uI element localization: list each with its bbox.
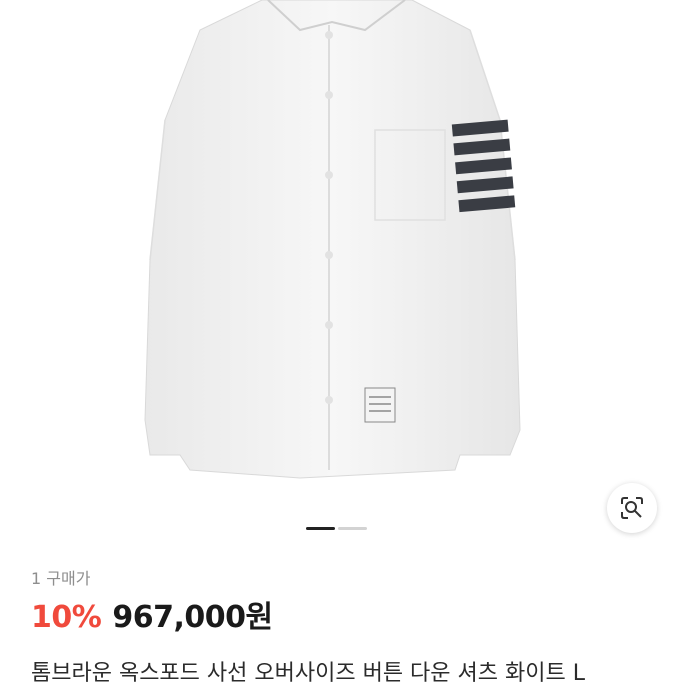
purchase-count: 1 구매가 [31, 569, 91, 588]
image-search-button[interactable] [607, 483, 657, 533]
product-title: 톰브라운 옥스포드 사선 오버사이즈 버튼 다운 셔츠 화이트 L [31, 661, 585, 686]
discount-rate: 10% [31, 600, 102, 635]
price: 967,000원 [112, 600, 273, 635]
price-row: 10% 967,000원 [31, 598, 675, 638]
pager-dot[interactable] [338, 527, 367, 530]
image-search-icon [621, 497, 643, 519]
product-photo [144, 0, 521, 479]
pager-dot-active[interactable] [306, 527, 335, 530]
gallery-pager[interactable] [306, 527, 367, 530]
product-info: 1 구매가 10% 967,000원 [31, 568, 675, 638]
product-image-gallery[interactable] [0, 0, 675, 545]
